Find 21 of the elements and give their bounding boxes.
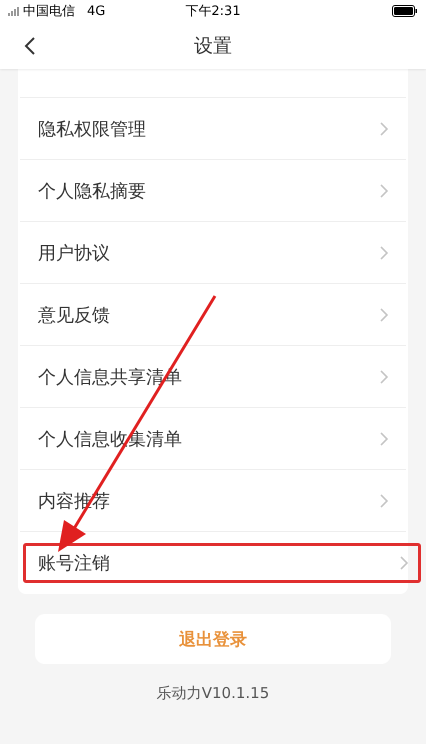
settings-item[interactable]: 个人隐私摘要 (20, 160, 406, 222)
chevron-right-icon (380, 184, 388, 198)
signal-icon (8, 6, 19, 16)
page-title: 设置 (194, 34, 232, 58)
chevron-right-icon (380, 122, 388, 136)
network-type: 4G (87, 4, 106, 18)
back-icon[interactable] (24, 36, 36, 56)
chevron-right-icon (380, 494, 388, 508)
settings-item[interactable]: 隐私权限管理 (20, 98, 406, 160)
settings-item[interactable]: 意见反馈 (20, 284, 406, 346)
settings-item[interactable]: 用户协议 (20, 222, 406, 284)
status-time: 下午2:31 (185, 4, 241, 19)
highlighted-settings-item[interactable]: 账号注销 (23, 543, 421, 583)
chevron-right-icon (400, 556, 408, 570)
version-text: 乐动力V10.1.15 (156, 684, 270, 703)
battery-icon (392, 5, 418, 17)
carrier-name: 中国电信 (23, 3, 75, 20)
chevron-right-icon (380, 370, 388, 384)
chevron-right-icon (380, 308, 388, 322)
chevron-right-icon (380, 432, 388, 446)
chevron-right-icon (380, 246, 388, 260)
